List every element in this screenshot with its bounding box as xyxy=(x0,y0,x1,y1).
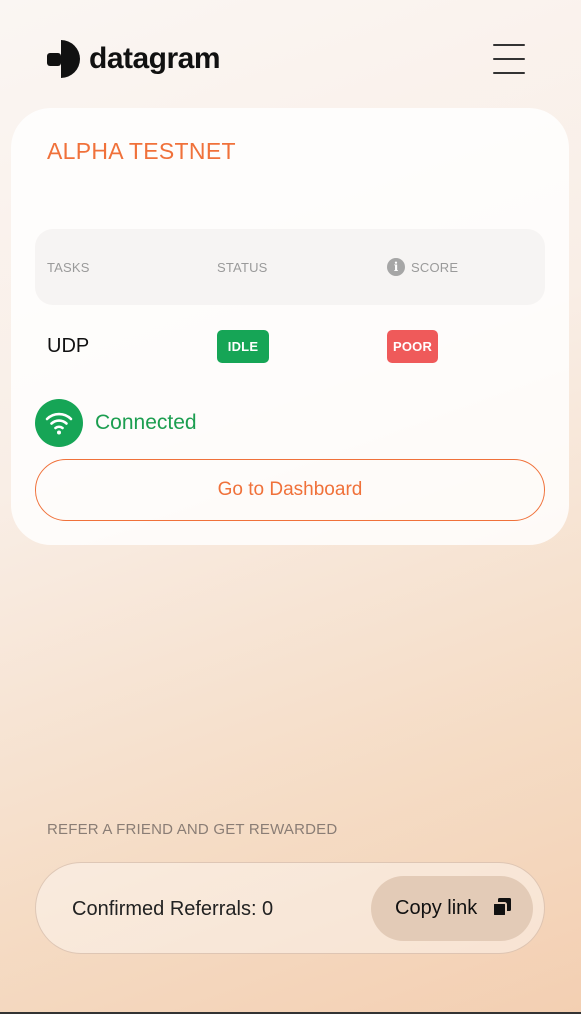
referral-heading: REFER A FRIEND AND GET REWARDED xyxy=(47,821,338,838)
copy-link-label: Copy link xyxy=(395,897,478,919)
go-to-dashboard-button[interactable]: Go to Dashboard xyxy=(35,459,545,521)
connection-status: Connected xyxy=(95,411,197,434)
wifi-icon xyxy=(35,399,83,447)
card-title: ALPHA TESTNET xyxy=(47,138,236,164)
status-badge: IDLE xyxy=(217,330,269,363)
info-icon[interactable]: i xyxy=(387,258,405,276)
referral-box: Confirmed Referrals: 0 Copy link xyxy=(35,862,545,954)
datagram-logo-icon xyxy=(47,40,80,78)
hamburger-menu-icon[interactable] xyxy=(493,43,525,75)
testnet-card: ALPHA TESTNET TASKS STATUS i SCORE UDP I… xyxy=(11,108,569,545)
app-header: datagram xyxy=(0,0,581,110)
score-badge: POOR xyxy=(387,330,438,363)
copy-icon xyxy=(492,898,511,917)
copy-link-button[interactable]: Copy link xyxy=(371,876,533,941)
column-header-status: STATUS xyxy=(217,260,268,275)
task-table-header: TASKS STATUS i SCORE xyxy=(35,229,545,305)
brand-name: datagram xyxy=(89,42,221,75)
datagram-logo[interactable]: datagram xyxy=(47,40,221,78)
column-header-score: SCORE xyxy=(411,260,459,275)
confirmed-referrals-count: Confirmed Referrals: 0 xyxy=(72,898,274,920)
column-header-tasks: TASKS xyxy=(47,260,90,275)
task-name: UDP xyxy=(47,335,90,357)
